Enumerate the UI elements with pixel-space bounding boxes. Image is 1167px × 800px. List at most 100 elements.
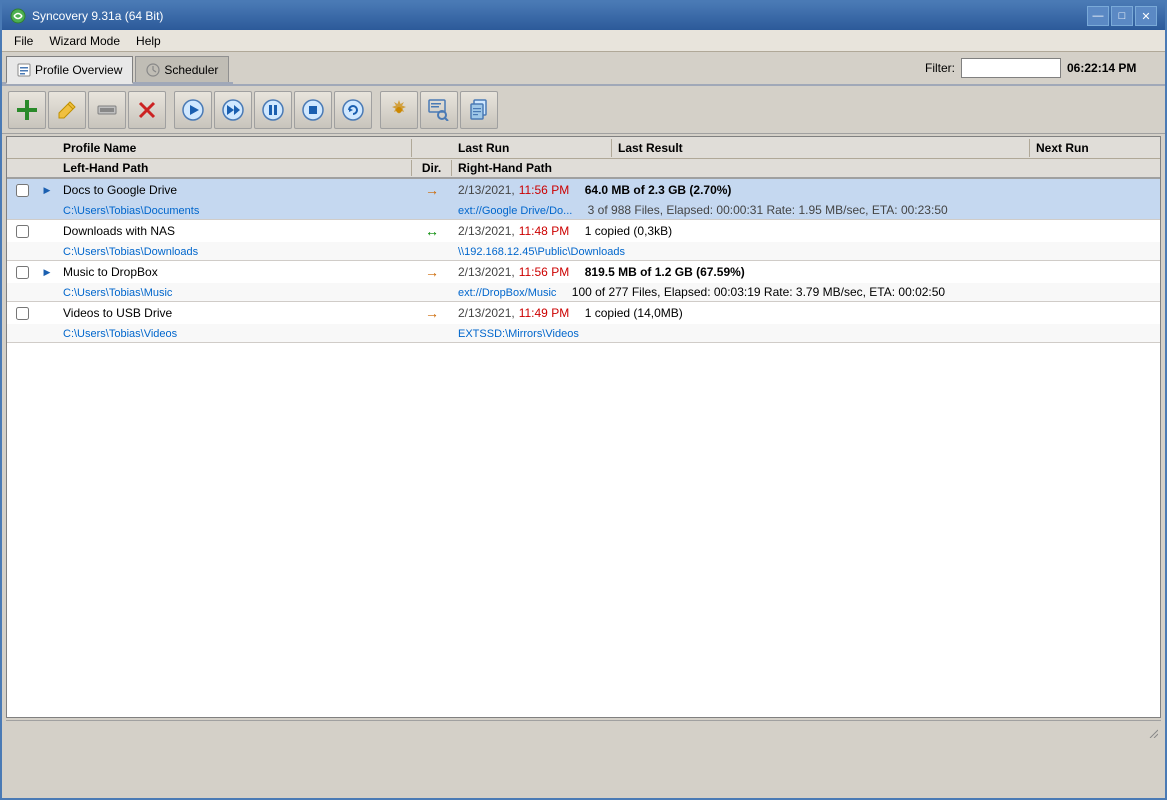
close-button[interactable]: ✕	[1135, 6, 1157, 26]
resize-handle[interactable]	[1145, 725, 1159, 739]
profile-dir-music: →	[425, 264, 439, 280]
profile-last-result-sub-music: 100 of 277 Files, Elapsed: 00:03:19 Rate…	[572, 285, 945, 299]
minimize-button[interactable]: —	[1087, 6, 1109, 26]
profile-last-run-date-music: 2/13/2021,	[452, 263, 517, 281]
profile-last-result-bold-music: 819.5 MB of 1.2 GB (67.59%)	[585, 265, 745, 279]
profile-dir-videos: →	[425, 305, 439, 321]
sub-header-lhpath: Left-Hand Path	[57, 160, 412, 176]
header-last-run[interactable]: Last Run	[452, 139, 612, 157]
profile-left-path-videos[interactable]: C:\Users\Tobias\Videos	[63, 328, 177, 340]
edit-icon	[56, 99, 78, 121]
tab-scheduler-label: Scheduler	[164, 63, 218, 77]
menu-bar: File Wizard Mode Help	[2, 30, 1165, 52]
app-icon	[10, 8, 26, 24]
run-next-icon	[222, 99, 244, 121]
profile-row-downloads-nas[interactable]: Downloads with NAS ↔ 2/13/2021, 11:48 PM…	[7, 220, 1160, 261]
add-icon	[13, 96, 41, 124]
profile-last-result-sub-downloads-inline: 1 copied (0,3kB)	[585, 224, 672, 238]
profile-last-run-time-docs: 11:56 PM	[517, 181, 585, 199]
profile-last-run-date-downloads: 2/13/2021,	[452, 222, 517, 240]
minus-icon	[96, 99, 118, 121]
tab-scheduler[interactable]: Scheduler	[135, 56, 229, 82]
profile-last-run-date-docs: 2/13/2021,	[452, 181, 517, 199]
edit-profile-button[interactable]	[48, 91, 86, 129]
scheduler-icon	[146, 63, 160, 77]
profile-check-downloads[interactable]	[16, 225, 29, 238]
delete-icon	[136, 99, 158, 121]
settings-icon	[387, 98, 411, 122]
tab-bar: Profile Overview Scheduler	[2, 52, 233, 84]
title-bar: Syncovery 9.31a (64 Bit) — □ ✕	[2, 2, 1165, 30]
add-profile-button[interactable]	[8, 91, 46, 129]
title-controls: — □ ✕	[1087, 6, 1157, 26]
filter-label: Filter:	[925, 61, 955, 75]
main-table-area: Profile Name Last Run Last Result Next R…	[6, 136, 1161, 718]
profile-check-music[interactable]	[16, 266, 29, 279]
profile-name-docs: Docs to Google Drive	[57, 181, 412, 199]
remove-profile-button[interactable]	[88, 91, 126, 129]
pause-icon	[262, 99, 284, 121]
header-next-run[interactable]: Next Run	[1030, 139, 1160, 157]
profile-left-path-downloads[interactable]: C:\Users\Tobias\Downloads	[63, 246, 198, 258]
profile-check-videos[interactable]	[16, 307, 29, 320]
profile-last-run-time-downloads: 11:48 PM	[517, 222, 585, 240]
run-button[interactable]	[174, 91, 212, 129]
profile-play-indicator-docs: ▶	[44, 185, 51, 196]
refresh-icon	[342, 99, 364, 121]
profile-right-path-downloads: \\192.168.12.45\Public\Downloads	[458, 246, 625, 258]
profile-left-path-music[interactable]: C:\Users\Tobias\Music	[63, 287, 172, 299]
pause-button[interactable]	[254, 91, 292, 129]
stop-icon	[302, 99, 324, 121]
profile-right-path-docs: ext://Google Drive/Do...	[458, 205, 572, 217]
search-icon	[428, 99, 450, 121]
menu-help[interactable]: Help	[128, 32, 169, 50]
profile-overview-icon	[17, 63, 31, 77]
stop-button[interactable]	[294, 91, 332, 129]
app-title: Syncovery 9.31a (64 Bit)	[32, 9, 163, 23]
maximize-button[interactable]: □	[1111, 6, 1133, 26]
profile-name-videos: Videos to USB Drive	[57, 304, 412, 322]
tab-profile-overview[interactable]: Profile Overview	[6, 56, 133, 84]
profile-name-downloads: Downloads with NAS	[57, 222, 412, 240]
profile-dir-downloads: ↔	[425, 223, 439, 239]
header-check	[7, 146, 37, 150]
menu-wizard[interactable]: Wizard Mode	[41, 32, 128, 50]
profile-row-music-dropbox[interactable]: ▶ Music to DropBox → 2/13/2021, 11:56 PM…	[7, 261, 1160, 302]
status-bar	[6, 720, 1161, 742]
profile-dir-docs: →	[425, 182, 439, 198]
toolbar	[2, 86, 1165, 134]
profile-last-run-time-videos: 11:49 PM	[517, 304, 585, 322]
profile-row-videos-usb[interactable]: Videos to USB Drive → 2/13/2021, 11:49 P…	[7, 302, 1160, 343]
profile-last-run-date-videos: 2/13/2021,	[452, 304, 517, 322]
settings-button[interactable]	[380, 91, 418, 129]
menu-file[interactable]: File	[6, 32, 41, 50]
title-bar-left: Syncovery 9.31a (64 Bit)	[10, 8, 163, 24]
header-last-result[interactable]: Last Result	[612, 139, 1030, 157]
resize-icon	[1146, 726, 1158, 738]
profile-play-indicator-music: ▶	[44, 267, 51, 278]
refresh-button[interactable]	[334, 91, 372, 129]
sub-header-dir: Dir.	[412, 160, 452, 176]
run-next-button[interactable]	[214, 91, 252, 129]
filter-input[interactable]	[961, 58, 1061, 78]
profile-last-result-sub-docs: 3 of 988 Files, Elapsed: 00:00:31 Rate: …	[588, 203, 948, 217]
profile-name-music: Music to DropBox	[57, 263, 412, 281]
profile-check-docs[interactable]	[16, 184, 29, 197]
profile-right-path-music: ext://DropBox/Music	[458, 287, 556, 299]
profile-last-result-bold-docs: 64.0 MB of 2.3 GB (2.70%)	[585, 183, 732, 197]
profile-last-result-sub-videos-inline: 1 copied (14,0MB)	[585, 306, 683, 320]
profile-row-docs-to-google[interactable]: ▶ Docs to Google Drive → 2/13/2021, 11:5…	[7, 179, 1160, 220]
copy-log-button[interactable]	[460, 91, 498, 129]
profile-left-path-docs[interactable]: C:\Users\Tobias\Documents	[63, 205, 199, 217]
run-icon	[182, 99, 204, 121]
sub-header-rhpath: Right-Hand Path	[452, 160, 1160, 176]
profile-right-path-videos: EXTSSD:\Mirrors\Videos	[458, 328, 579, 340]
copy-icon	[468, 99, 490, 121]
delete-profile-button[interactable]	[128, 91, 166, 129]
scan-button[interactable]	[420, 91, 458, 129]
tab-profile-overview-label: Profile Overview	[35, 63, 122, 77]
header-profile-name[interactable]: Profile Name	[57, 139, 412, 157]
profile-last-run-time-music: 11:56 PM	[517, 263, 585, 281]
clock-display: 06:22:14 PM	[1067, 61, 1157, 75]
empty-table-area	[7, 343, 1160, 718]
